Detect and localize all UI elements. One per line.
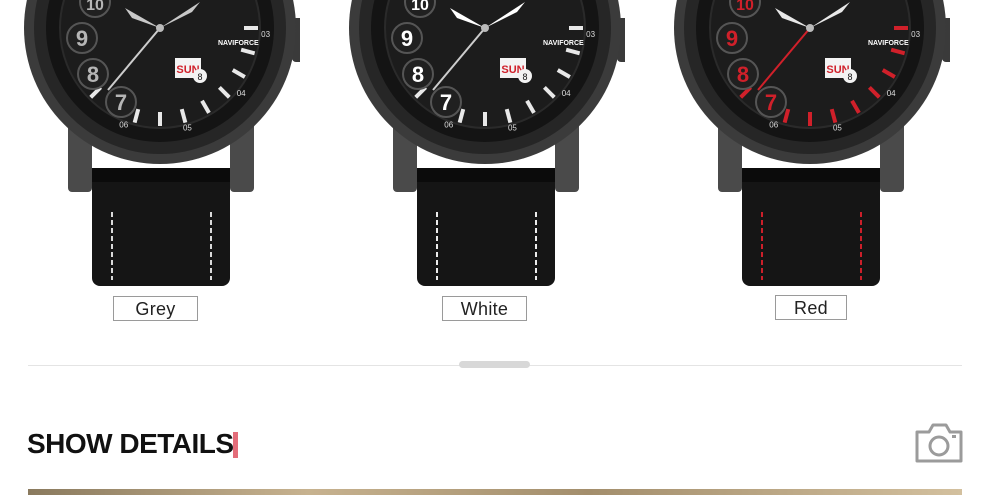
camera-icon[interactable] [914,420,964,464]
dial-minute-label: 05 [508,123,517,132]
dial-minute-label: 06 [769,121,778,130]
dial-numeral: 10 [411,0,429,14]
product-variant-red[interactable]: 10 9 8 7 SUN 8 NAVIFORCE 03 04 05 06 Red [650,0,950,330]
svg-text:NAVIFORCE: NAVIFORCE [543,40,584,47]
variant-label-white[interactable]: White [442,296,527,321]
dial-minute-label: 03 [911,30,920,39]
dial-numeral: 8 [412,62,424,87]
dial-numeral: 9 [76,26,88,51]
watch-image-red: 10987 SUN 8 NAVIFORCE 03040506 [674,0,950,286]
dial-minute-label: 05 [833,123,842,132]
dial-numeral: 7 [440,90,452,115]
detail-image-preview [28,489,962,495]
dial-minute-label: 03 [261,30,270,39]
dial-minute-label: 04 [562,89,571,98]
dial-numeral: 9 [726,26,738,51]
dial-minute-label: 04 [887,89,896,98]
title-accent-bar [233,432,238,458]
dial-minute-label: 04 [237,89,246,98]
watch-image-grey: 10987 SUN 8 NAVIFORCE 03040506 [24,0,300,286]
variant-label-grey[interactable]: Grey [113,296,198,321]
dial-numeral: 8 [737,62,749,87]
svg-text:8: 8 [847,72,852,82]
dial-minute-label: 05 [183,123,192,132]
dial-minute-label: 06 [444,121,453,130]
dial-numeral: 10 [736,0,754,14]
section-title: SHOW DETAILS [27,428,234,459]
product-variant-grey[interactable]: 10 9 8 7 SUN 8 NAVIFORCE 03 04 05 06 Grey [0,0,300,330]
variant-label-red[interactable]: Red [775,295,847,320]
dial-numeral: 9 [401,26,413,51]
svg-text:8: 8 [522,72,527,82]
dial-numeral: 8 [87,62,99,87]
dial-numeral: 7 [765,90,777,115]
scroll-indicator[interactable] [459,361,530,368]
dial-minute-label: 06 [119,121,128,130]
product-variant-white[interactable]: 10 9 8 7 SUN 8 NAVIFORCE 03 04 05 06 White [325,0,625,330]
watch-image-white: 10987 SUN 8 NAVIFORCE 03040506 [349,0,625,286]
dial-numeral: 7 [115,90,127,115]
svg-text:8: 8 [197,72,202,82]
dial-minute-label: 03 [586,30,595,39]
dial-numeral: 10 [86,0,104,14]
svg-text:NAVIFORCE: NAVIFORCE [218,40,259,47]
svg-text:NAVIFORCE: NAVIFORCE [868,40,909,47]
